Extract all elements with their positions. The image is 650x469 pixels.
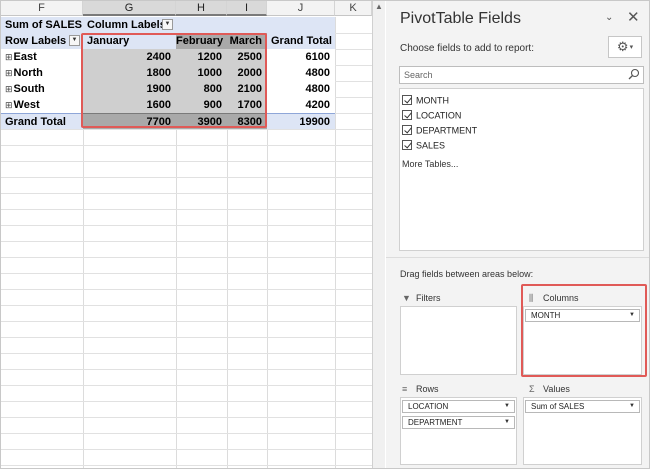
gridline	[1, 385, 372, 386]
close-icon[interactable]: ✕	[627, 8, 640, 26]
column-header-j[interactable]: J	[267, 1, 335, 16]
scroll-up-icon[interactable]: ▲	[375, 2, 383, 11]
search-placeholder: Search	[404, 70, 433, 80]
search-icon[interactable]	[628, 68, 640, 80]
grand-total-row-label[interactable]: Grand Total	[1, 113, 83, 129]
gridline	[1, 129, 372, 130]
gridline	[1, 449, 372, 450]
gridline	[1, 401, 372, 402]
grand-total-overall[interactable]: 19900	[267, 113, 335, 129]
column-header-g[interactable]: G	[83, 1, 176, 16]
gridline	[1, 225, 372, 226]
chevron-down-icon: ▾	[629, 43, 634, 51]
checkbox-checked-icon[interactable]	[402, 124, 412, 135]
values-drop-area[interactable]: Sum of SALES ▼	[523, 397, 642, 465]
gridline	[1, 289, 372, 290]
gridline	[1, 145, 372, 146]
field-sales[interactable]: SALES	[402, 138, 445, 152]
column-header-k[interactable]: K	[335, 1, 372, 16]
pivot-header-fill	[176, 17, 335, 33]
pivot-fields-pane: PivotTable Fields ⌄ ✕ Choose fields to a…	[386, 1, 649, 468]
expand-icon[interactable]: ⊞	[5, 52, 13, 62]
expand-icon[interactable]: ⊞	[5, 84, 13, 94]
column-header-i[interactable]: I	[227, 1, 267, 16]
gridline	[1, 433, 372, 434]
pivot-sum-label[interactable]: Sum of SALES	[1, 17, 83, 33]
column-labels-filter-button[interactable]: ▼	[162, 19, 173, 30]
rows-field-location[interactable]: LOCATION ▼	[402, 400, 515, 413]
column-header-f[interactable]: F	[1, 1, 83, 16]
field-list: MONTH LOCATION DEPARTMENT SALES More Tab…	[399, 88, 644, 251]
row-total-east[interactable]: 6100	[267, 49, 335, 65]
row-label-north[interactable]: ⊞North	[1, 65, 83, 81]
checkbox-checked-icon[interactable]	[402, 139, 412, 150]
row-total-south[interactable]: 4800	[267, 81, 335, 97]
field-month[interactable]: MONTH	[402, 93, 449, 107]
checkbox-checked-icon[interactable]	[402, 109, 412, 120]
row-label-south[interactable]: ⊞South	[1, 81, 83, 97]
filters-drop-area[interactable]	[400, 306, 517, 375]
values-area-title: Σ Values	[529, 384, 570, 395]
gridline	[1, 193, 372, 194]
column-header-h[interactable]: H	[176, 1, 227, 16]
row-label-east[interactable]: ⊞East	[1, 49, 83, 65]
choose-fields-label: Choose fields to add to report:	[400, 43, 534, 54]
row-total-north[interactable]: 4800	[267, 65, 335, 81]
chevron-down-icon[interactable]: ▼	[629, 401, 635, 412]
gridline	[1, 417, 372, 418]
gridline	[1, 257, 372, 258]
expand-icon[interactable]: ⊞	[5, 100, 13, 110]
gridline	[1, 161, 372, 162]
gridline	[1, 273, 372, 274]
gridline	[1, 337, 372, 338]
gridline	[1, 209, 372, 210]
rows-drop-area[interactable]: LOCATION ▼ DEPARTMENT ▼	[400, 397, 517, 465]
rows-icon: ≡	[402, 384, 408, 395]
rows-area-title: ≡ Rows	[402, 384, 439, 395]
grand-total-header[interactable]: Grand Total	[267, 33, 335, 49]
gridline	[1, 369, 372, 370]
filter-icon: ▼	[402, 293, 411, 304]
gridline	[1, 241, 372, 242]
tools-gear-button[interactable]: ⚙▾	[608, 36, 642, 58]
field-location[interactable]: LOCATION	[402, 108, 461, 122]
chevron-down-icon[interactable]: ⌄	[605, 12, 613, 23]
pane-splitter[interactable]	[386, 257, 649, 258]
gear-icon: ⚙	[616, 39, 629, 54]
field-department[interactable]: DEPARTMENT	[402, 123, 477, 137]
more-tables-link[interactable]: More Tables...	[402, 159, 458, 169]
checkbox-checked-icon[interactable]	[402, 94, 412, 105]
spreadsheet-grid[interactable]: F G H I J K Sum of SALES Column Labels ▼…	[1, 1, 372, 468]
chevron-down-icon[interactable]: ▼	[504, 417, 510, 428]
sigma-icon: Σ	[529, 384, 535, 395]
row-labels-filter-button[interactable]: ▼	[69, 35, 80, 46]
drag-fields-label: Drag fields between areas below:	[400, 269, 534, 279]
columns-highlight	[521, 284, 647, 377]
search-input[interactable]: Search	[399, 66, 644, 84]
chevron-down-icon[interactable]: ▼	[504, 401, 510, 412]
expand-icon[interactable]: ⊞	[5, 68, 13, 78]
row-total-west[interactable]: 4200	[267, 97, 335, 113]
filters-area-title: ▼ Filters	[402, 293, 441, 304]
pane-title: PivotTable Fields	[400, 10, 521, 27]
excel-window: F G H I J K Sum of SALES Column Labels ▼…	[0, 0, 650, 469]
row-label-west[interactable]: ⊞West	[1, 97, 83, 113]
gridline	[1, 305, 372, 306]
gridline	[1, 321, 372, 322]
values-field-sum-of-sales[interactable]: Sum of SALES ▼	[525, 400, 640, 413]
gridline	[1, 353, 372, 354]
vertical-scrollbar[interactable]: ▲	[372, 1, 385, 468]
gridline	[1, 465, 372, 466]
gridline	[1, 177, 372, 178]
rows-field-department[interactable]: DEPARTMENT ▼	[402, 416, 515, 429]
selection-highlight	[81, 33, 267, 128]
